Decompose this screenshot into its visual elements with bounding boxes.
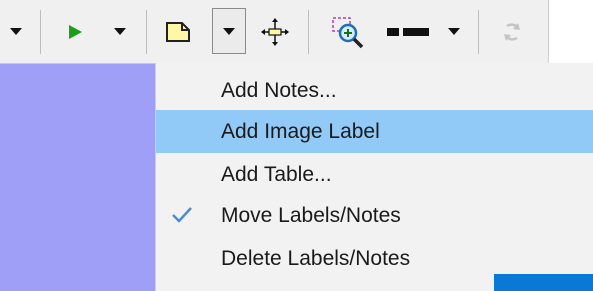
play-button[interactable]: [58, 0, 92, 63]
toolbar-separator: [146, 10, 147, 54]
menu-item-add-image-label[interactable]: Add Image Label: [156, 110, 593, 153]
refresh-button[interactable]: [494, 0, 530, 63]
caret-down-icon: [114, 28, 126, 35]
toolbar-separator: [478, 10, 479, 54]
move-icon: [261, 17, 289, 46]
dropdown-caret-button[interactable]: [4, 0, 28, 63]
play-icon: [69, 24, 82, 39]
toolbar-separator: [308, 10, 309, 54]
line-style-button[interactable]: [382, 0, 434, 63]
note-icon: [166, 21, 190, 42]
window-accent-bar: [494, 274, 593, 291]
note-dropdown-caret: [212, 0, 246, 63]
zoom-button[interactable]: [326, 0, 370, 63]
checkmark-icon: [172, 207, 192, 223]
line-style-dropdown-button[interactable]: [442, 0, 466, 63]
menu-item-label: Add Table...: [221, 163, 332, 186]
play-dropdown-button[interactable]: [108, 0, 132, 63]
line-style-icon: [387, 27, 429, 36]
caret-down-icon: [10, 28, 22, 35]
canvas-area[interactable]: [0, 64, 155, 291]
move-labels-button[interactable]: [254, 0, 296, 63]
toolbar-empty-area: [548, 0, 593, 63]
toolbar-separator: [40, 10, 41, 54]
add-note-button[interactable]: [157, 0, 199, 63]
menu-item-label: Add Image Label: [221, 120, 380, 143]
refresh-icon: [504, 22, 520, 41]
caret-down-icon: [223, 28, 235, 35]
menu-item-label: Delete Labels/Notes: [221, 247, 411, 270]
zoom-icon: [332, 16, 364, 48]
caret-down-icon: [448, 28, 460, 35]
toolbar: [0, 0, 593, 64]
menu-item-label: Move Labels/Notes: [221, 204, 401, 227]
menu-item-add-notes[interactable]: Add Notes...: [156, 69, 593, 112]
menu-item-label: Add Notes...: [221, 79, 337, 102]
menu-item-add-table[interactable]: Add Table...: [156, 153, 593, 196]
labels-dropdown-menu: Add Notes... Add Image Label Add Table..…: [155, 63, 593, 291]
menu-item-move-labels-notes[interactable]: Move Labels/Notes: [156, 194, 593, 237]
